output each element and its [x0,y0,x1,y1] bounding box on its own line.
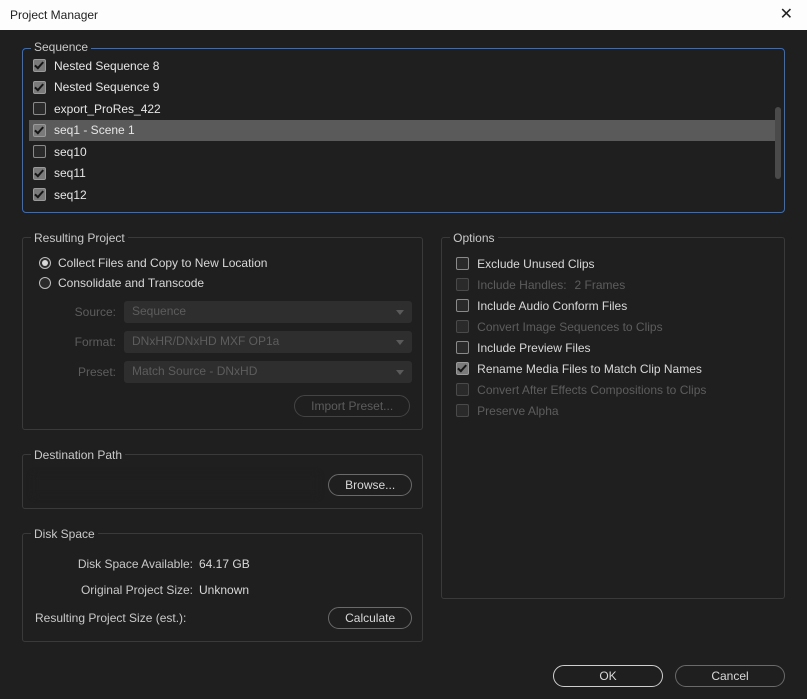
sequence-list[interactable]: Nested Sequence 8 Nested Sequence 9 export… [29,55,778,206]
option-checkbox[interactable] [456,257,469,270]
calculate-button[interactable]: Calculate [328,607,412,629]
option-label: Preserve Alpha [477,404,558,418]
option-label: Rename Media Files to Match Clip Names [477,362,702,376]
radio-consolidate-row[interactable]: Consolidate and Transcode [39,273,412,293]
option-row[interactable]: Rename Media Files to Match Clip Names [456,359,774,379]
option-checkbox [456,278,469,291]
sequence-checkbox[interactable] [33,81,46,94]
original-size-label: Original Project Size: [33,583,193,597]
sequence-checkbox[interactable] [33,188,46,201]
option-label: Convert Image Sequences to Clips [477,320,662,334]
destination-path-group: Destination Path ███████████████████ Bro… [22,448,423,509]
radio-consolidate-label: Consolidate and Transcode [58,276,204,290]
destination-path-legend: Destination Path [31,448,125,462]
original-size-value: Unknown [199,583,249,597]
radio-collect-row[interactable]: Collect Files and Copy to New Location [39,253,412,273]
disk-space-legend: Disk Space [31,527,98,541]
option-checkbox [456,383,469,396]
option-label: Convert After Effects Compositions to Cl… [477,383,706,397]
ok-button[interactable]: OK [553,665,663,687]
sequence-row[interactable]: seq11 [29,163,778,185]
sequence-legend: Sequence [31,40,91,54]
sequence-name: export_ProRes_422 [54,102,161,116]
scrollbar-thumb[interactable] [775,107,781,179]
radio-consolidate[interactable] [39,277,51,289]
format-label: Format: [61,335,116,349]
sequence-row[interactable]: export_ProRes_422 [29,98,778,120]
option-row: Convert Image Sequences to Clips [456,317,774,337]
radio-collect-label: Collect Files and Copy to New Location [58,256,267,270]
sequence-checkbox[interactable] [33,145,46,158]
sequence-name: Nested Sequence 8 [54,59,159,73]
sequence-name: Nested Sequence 9 [54,80,159,94]
sequence-row[interactable]: seq12 [29,184,778,206]
source-dropdown: Sequence [124,301,412,323]
source-label: Source: [61,305,116,319]
option-row: Include Handles: 2 Frames [456,275,774,295]
option-extra: 2 Frames [575,278,626,292]
sequence-row[interactable]: seq1 - Scene 1 [29,120,778,142]
option-row[interactable]: Include Audio Conform Files [456,296,774,316]
destination-path-value: ███████████████████ [33,474,318,496]
sequence-checkbox[interactable] [33,124,46,137]
disk-available-label: Disk Space Available: [33,557,193,571]
sequence-row[interactable]: seq10 [29,141,778,163]
cancel-button[interactable]: Cancel [675,665,785,687]
browse-button[interactable]: Browse... [328,474,412,496]
import-preset-button: Import Preset... [294,395,410,417]
option-checkbox [456,404,469,417]
option-row[interactable]: Exclude Unused Clips [456,254,774,274]
dialog-footer: OK Cancel [553,665,785,687]
sequence-name: seq12 [54,188,87,202]
option-checkbox[interactable] [456,299,469,312]
option-label: Include Audio Conform Files [477,299,627,313]
preset-label: Preset: [61,365,116,379]
resulting-project-legend: Resulting Project [31,231,128,245]
sequence-group: Sequence Nested Sequence 8Nested Sequenc… [22,48,785,213]
option-row: Preserve Alpha [456,401,774,421]
sequence-name: seq10 [54,145,87,159]
option-checkbox[interactable] [456,362,469,375]
disk-space-group: Disk Space Disk Space Available: 64.17 G… [22,527,423,642]
sequence-checkbox[interactable] [33,59,46,72]
titlebar: Project Manager ✕ [0,0,807,30]
sequence-row[interactable]: Nested Sequence 8 [29,55,778,77]
sequence-row[interactable]: Nested Sequence 9 [29,77,778,99]
options-legend: Options [450,231,497,245]
radio-collect[interactable] [39,257,51,269]
format-dropdown: DNxHR/DNxHD MXF OP1a [124,331,412,353]
option-row: Convert After Effects Compositions to Cl… [456,380,774,400]
option-checkbox[interactable] [456,341,469,354]
resulting-project-group: Resulting Project Collect Files and Copy… [22,231,423,430]
disk-available-value: 64.17 GB [199,557,250,571]
option-row[interactable]: Include Preview Files [456,338,774,358]
option-checkbox [456,320,469,333]
sequence-checkbox[interactable] [33,102,46,115]
option-label: Exclude Unused Clips [477,257,594,271]
window-title: Project Manager [10,8,98,22]
options-group: Options Exclude Unused Clips Include Hand… [441,231,785,599]
sequence-name: seq1 - Scene 1 [54,123,135,137]
resulting-size-label: Resulting Project Size (est.): [35,611,186,625]
sequence-name: seq11 [54,166,86,180]
preset-dropdown: Match Source - DNxHD [124,361,412,383]
option-label: Include Preview Files [477,341,590,355]
sequence-checkbox[interactable] [33,167,46,180]
option-label: Include Handles: [477,278,566,292]
close-icon[interactable]: ✕ [774,2,799,26]
